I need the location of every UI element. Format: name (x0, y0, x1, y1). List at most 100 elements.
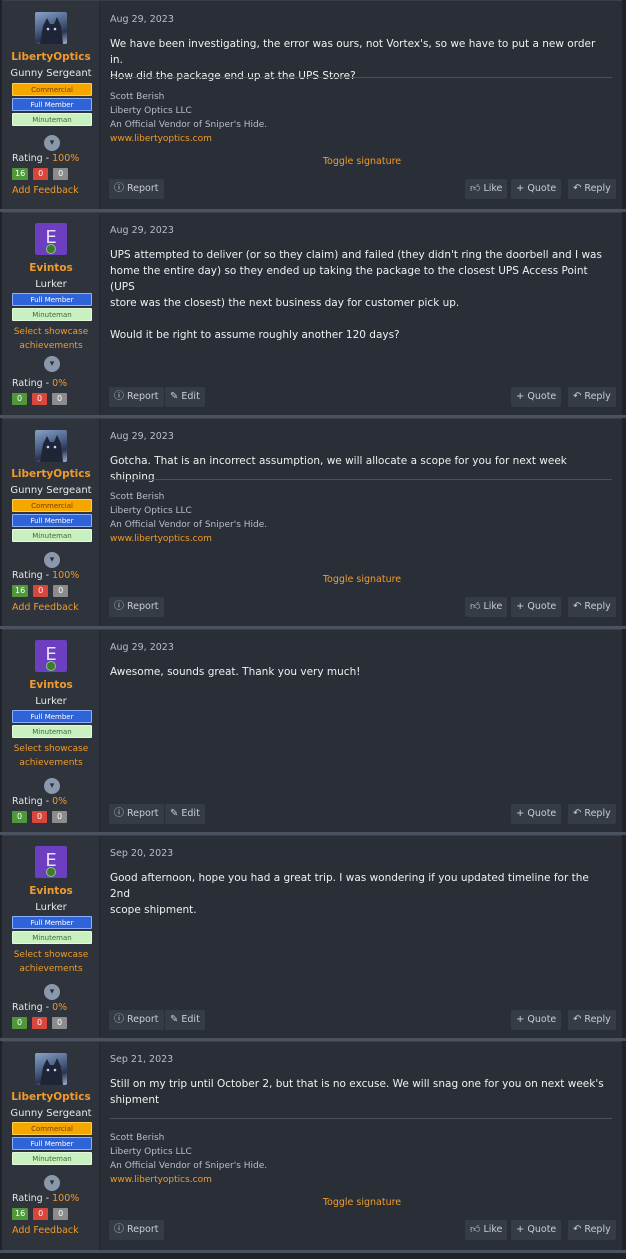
post-date[interactable]: Aug 29, 2023 (110, 225, 174, 236)
report-button[interactable]: ⓘ Report (109, 179, 164, 199)
reply-button[interactable]: ↶ Reply (568, 1010, 616, 1030)
rating-percent: 0% (52, 796, 68, 807)
badge-full-member: Full Member (12, 710, 92, 723)
body-line (110, 311, 610, 327)
signature: Scott Berish Liberty Optics LLC An Offic… (110, 1131, 267, 1187)
like-button[interactable]: 👍︎ Like (465, 597, 508, 617)
plus-icon: + (516, 808, 525, 819)
rating: Rating - 0% (12, 1002, 67, 1013)
neutral-count: 0 (52, 811, 67, 823)
toggle-signature-link[interactable]: Toggle signature (302, 156, 422, 167)
avatar[interactable]: E (35, 223, 67, 255)
sig-name: Scott Berish (110, 92, 165, 102)
sig-website-link[interactable]: www.libertyoptics.com (110, 132, 267, 146)
sig-website-link[interactable]: www.libertyoptics.com (110, 1173, 267, 1187)
signature: Scott Berish Liberty Optics LLC An Offic… (110, 90, 267, 146)
quote-label: Quote (527, 391, 557, 402)
post-date[interactable]: Aug 29, 2023 (110, 642, 174, 653)
post-date[interactable]: Sep 20, 2023 (110, 848, 173, 859)
post-date[interactable]: Sep 21, 2023 (110, 1054, 173, 1065)
post-date[interactable]: Aug 29, 2023 (110, 14, 174, 25)
username[interactable]: LibertyOptics (2, 1091, 100, 1103)
chevron-down-icon[interactable]: ▾ (44, 984, 60, 1000)
reply-label: Reply (584, 391, 611, 402)
report-button[interactable]: ⓘ Report (109, 1010, 164, 1030)
quote-button[interactable]: + Quote (511, 1010, 562, 1030)
post-date[interactable]: Aug 29, 2023 (110, 431, 174, 442)
reply-button[interactable]: ↶ Reply (568, 387, 616, 407)
avatar[interactable] (35, 1053, 67, 1085)
avatar[interactable] (35, 430, 67, 462)
select-showcase-link[interactable]: Select showcase achievements (2, 742, 100, 770)
body-line: Would it be right to assume roughly anot… (110, 329, 400, 341)
post: E Evintos Lurker Full Member Minuteman S… (2, 629, 622, 832)
feedback-counts: 0 0 0 (12, 393, 67, 405)
quote-button[interactable]: + Quote (511, 179, 562, 199)
post: E Evintos Lurker Full Member Minuteman S… (2, 212, 622, 415)
select-showcase-link[interactable]: Select showcase achievements (2, 325, 100, 353)
info-circle-icon: ⓘ (114, 1014, 124, 1025)
badge-full-member: Full Member (12, 293, 92, 306)
toggle-signature-link[interactable]: Toggle signature (302, 1197, 422, 1208)
quote-button[interactable]: + Quote (511, 1220, 562, 1240)
rating-label: Rating - (12, 796, 53, 807)
reply-button[interactable]: ↶ Reply (568, 804, 616, 824)
positive-count: 0 (12, 1017, 27, 1029)
neutral-count: 0 (53, 1208, 69, 1220)
user-info: E Evintos Lurker Full Member Minuteman S… (2, 836, 100, 1038)
like-button[interactable]: 👍︎ Like (465, 179, 508, 199)
reply-button[interactable]: ↶ Reply (568, 597, 616, 617)
username[interactable]: LibertyOptics (2, 51, 100, 63)
user-title: Gunny Sergeant (10, 1108, 92, 1119)
reply-button[interactable]: ↶ Reply (568, 179, 616, 199)
toggle-signature-link[interactable]: Toggle signature (302, 574, 422, 585)
report-label: Report (127, 183, 159, 194)
rating-percent: 0% (52, 378, 68, 389)
chevron-down-icon[interactable]: ▾ (44, 1175, 60, 1191)
quote-button[interactable]: + Quote (511, 804, 562, 824)
username[interactable]: Evintos (2, 885, 100, 897)
positive-count: 16 (12, 585, 29, 597)
badge-full-member: Full Member (12, 1137, 92, 1150)
report-button[interactable]: ⓘ Report (109, 387, 164, 407)
username[interactable]: LibertyOptics (2, 468, 100, 480)
like-button[interactable]: 👍︎ Like (465, 1220, 508, 1240)
add-feedback-link[interactable]: Add Feedback (12, 602, 79, 613)
user-info: E Evintos Lurker Full Member Minuteman S… (2, 630, 100, 832)
sig-website-link[interactable]: www.libertyoptics.com (110, 532, 267, 546)
edit-button[interactable]: ✎ Edit (165, 804, 205, 824)
neutral-count: 0 (53, 168, 69, 180)
chevron-down-icon[interactable]: ▾ (44, 135, 60, 151)
avatar[interactable]: E (35, 640, 67, 672)
reply-label: Reply (584, 808, 611, 819)
report-button[interactable]: ⓘ Report (109, 597, 164, 617)
thread: LibertyOptics Gunny Sergeant Commercial … (0, 0, 626, 1259)
sig-name: Scott Berish (110, 1133, 165, 1143)
username[interactable]: Evintos (2, 679, 100, 691)
edit-button[interactable]: ✎ Edit (165, 1010, 205, 1030)
edit-button[interactable]: ✎ Edit (165, 387, 205, 407)
sig-vendor: An Official Vendor of Sniper's Hide. (110, 520, 268, 530)
edit-label: Edit (181, 1014, 200, 1025)
chevron-down-icon[interactable]: ▾ (44, 552, 60, 568)
sig-company: Liberty Optics LLC (110, 506, 192, 516)
quote-button[interactable]: + Quote (511, 387, 562, 407)
report-button[interactable]: ⓘ Report (109, 804, 164, 824)
post-body: Awesome, sounds great. Thank you very mu… (110, 664, 610, 680)
avatar[interactable]: E (35, 846, 67, 878)
body-line: UPS attempted to deliver (or so they cla… (110, 249, 602, 261)
chevron-down-icon[interactable]: ▾ (44, 778, 60, 794)
avatar[interactable] (35, 12, 67, 44)
quote-button[interactable]: + Quote (511, 597, 562, 617)
rating: Rating - 100% (12, 1193, 79, 1204)
select-showcase-link[interactable]: Select showcase achievements (2, 948, 100, 976)
report-button[interactable]: ⓘ Report (109, 1220, 164, 1240)
quote-label: Quote (527, 808, 557, 819)
body-line: home the entire day) so they ended up ta… (110, 265, 588, 293)
add-feedback-link[interactable]: Add Feedback (12, 1225, 79, 1236)
showcase-line: achievements (19, 964, 83, 974)
add-feedback-link[interactable]: Add Feedback (12, 185, 79, 196)
username[interactable]: Evintos (2, 262, 100, 274)
chevron-down-icon[interactable]: ▾ (44, 356, 60, 372)
reply-button[interactable]: ↶ Reply (568, 1220, 616, 1240)
